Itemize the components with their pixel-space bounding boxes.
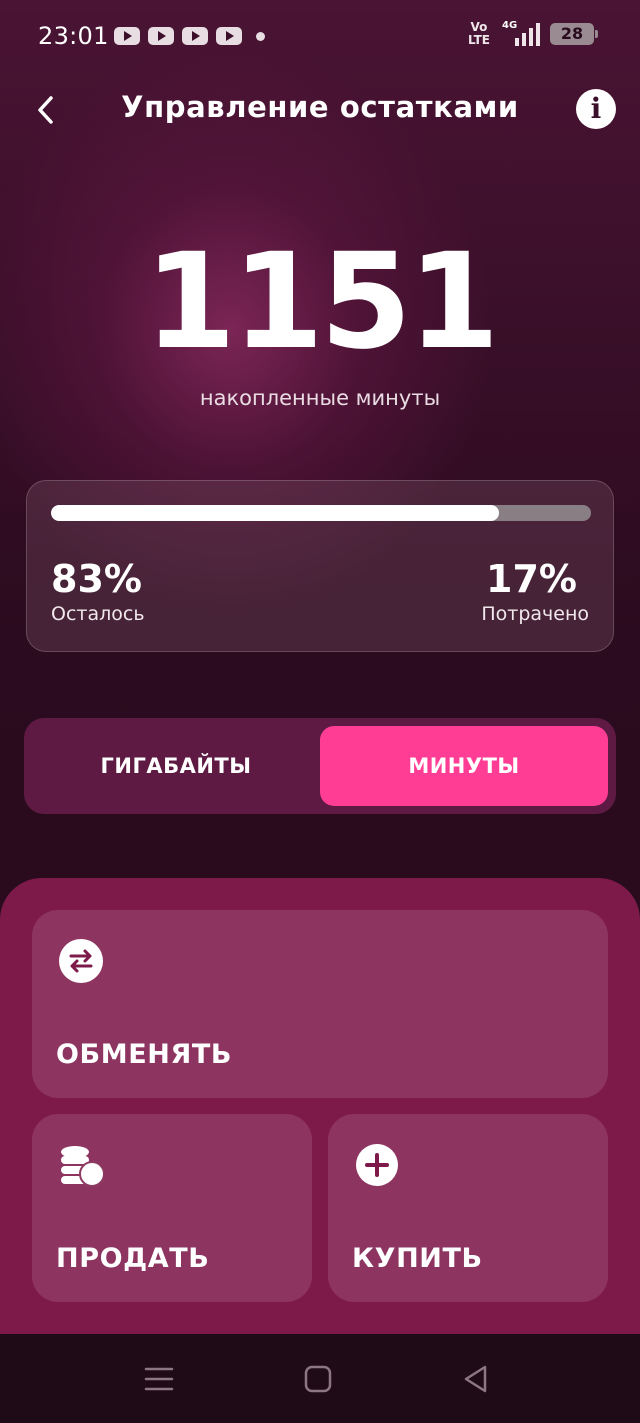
system-nav-bar xyxy=(0,1334,640,1423)
sell-label: ПРОДАТЬ xyxy=(56,1243,210,1274)
actions-panel: ОБМЕНЯТЬ ПРОДАТЬ КУПИТЬ xyxy=(0,878,640,1338)
accumulated-minutes-caption: накопленные минуты xyxy=(199,386,441,410)
units-segmented-control: ГИГАБАЙТЫ МИНУТЫ xyxy=(24,718,616,814)
coins-icon xyxy=(61,1146,104,1187)
accumulated-minutes-value: 1151 xyxy=(144,225,499,379)
remaining-label: Осталось xyxy=(51,603,145,625)
remaining-percent: 83% xyxy=(51,557,142,601)
status-bar: 23:01 Vo LTE 4G 28 xyxy=(0,0,640,74)
usage-card: 83% Осталось 17% Потрачено xyxy=(26,480,614,652)
spent-label: Потрачено xyxy=(481,603,589,625)
battery-icon: 28 xyxy=(550,23,598,45)
sell-button[interactable]: ПРОДАТЬ xyxy=(32,1114,312,1302)
info-icon: i xyxy=(590,92,602,125)
back-button[interactable] xyxy=(26,88,66,132)
info-button[interactable]: i xyxy=(576,89,616,129)
youtube-icon xyxy=(114,27,140,45)
chevron-left-icon xyxy=(38,96,53,124)
notification-icons xyxy=(114,27,265,45)
notification-dot-icon xyxy=(256,31,265,41)
home-square-icon[interactable] xyxy=(301,1362,335,1396)
usage-progress-fill xyxy=(51,505,500,521)
menu-icon[interactable] xyxy=(142,1362,176,1396)
plus-circle-icon xyxy=(356,1144,398,1186)
exchange-label: ОБМЕНЯТЬ xyxy=(56,1039,233,1070)
signal-icon: 4G xyxy=(498,20,542,48)
spent-percent: 17% xyxy=(486,557,577,601)
system-icons: Vo LTE 4G 28 xyxy=(467,20,598,48)
buy-label: КУПИТЬ xyxy=(352,1243,483,1274)
swap-arrows-icon xyxy=(59,939,103,983)
buy-button[interactable]: КУПИТЬ xyxy=(328,1114,608,1302)
back-triangle-icon[interactable] xyxy=(459,1362,493,1396)
youtube-icon xyxy=(182,27,208,45)
tab-gigabytes[interactable]: ГИГАБАЙТЫ xyxy=(32,726,320,806)
youtube-icon xyxy=(216,27,242,45)
usage-progress-track xyxy=(51,505,591,521)
youtube-icon xyxy=(148,27,174,45)
volte-indicator: Vo LTE xyxy=(467,20,490,47)
tab-minutes[interactable]: МИНУТЫ xyxy=(320,726,608,806)
exchange-button[interactable]: ОБМЕНЯТЬ xyxy=(32,910,608,1098)
page-title: Управление остатками xyxy=(121,90,519,124)
status-time: 23:01 xyxy=(38,22,109,50)
